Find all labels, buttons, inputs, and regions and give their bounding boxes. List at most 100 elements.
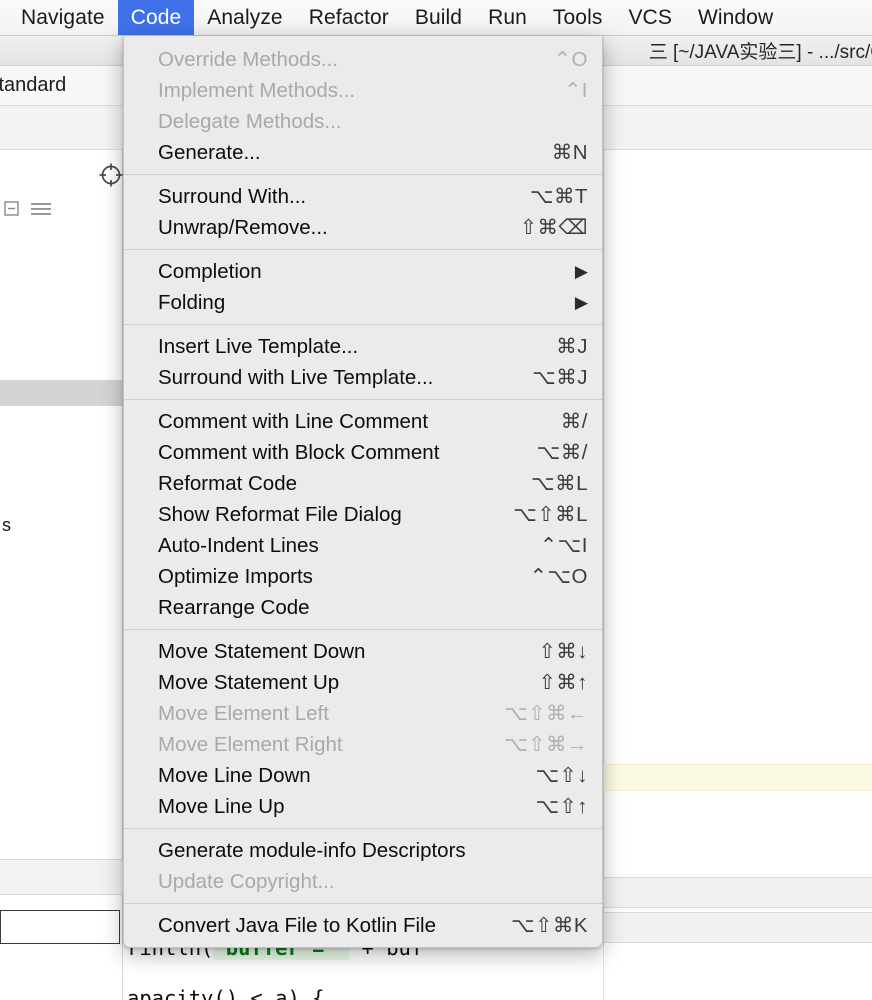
menu-item-move-line-up[interactable]: Move Line Up ⌥⇧↑ [124, 791, 602, 822]
project-stray-text: s [2, 515, 11, 535]
menu-item-comment-with-line-comment[interactable]: Comment with Line Comment ⌘/ [124, 406, 602, 437]
menu-item-reformat-code[interactable]: Reformat Code ⌥⌘L [124, 468, 602, 499]
menu-bar[interactable]: Navigate Code Analyze Refactor Build Run Tools… [0, 0, 872, 36]
menu-item-shortcut: ⌥⌘L [530, 472, 588, 495]
menu-separator [124, 828, 602, 829]
project-footer-strip [0, 859, 123, 895]
menu-item-update-copyright: Update Copyright... [124, 866, 602, 897]
editor-right-margin-line [603, 150, 604, 1000]
menu-item-label: Generate... [158, 140, 261, 164]
menu-item-shortcut: ⇧⌘⌫ [519, 216, 588, 239]
list-lines-icon[interactable] [28, 198, 54, 225]
menubar-item-build[interactable]: Build [402, 0, 475, 35]
menu-item-label: Surround With... [158, 184, 307, 208]
menu-item-delegate-methods: Delegate Methods... [124, 106, 602, 137]
menu-item-generate[interactable]: Generate... ⌘N [124, 137, 602, 168]
menu-item-label: Move Statement Down [158, 639, 366, 663]
menu-item-shortcut: ⌥⇧⌘→ [504, 733, 588, 756]
menu-item-label: Override Methods... [158, 47, 339, 71]
menu-item-shortcut: ⌥⌘J [532, 366, 588, 389]
menu-item-label: Update Copyright... [158, 869, 335, 893]
menu-item-label: Move Element Left [158, 701, 329, 725]
menu-item-label: Move Element Right [158, 732, 343, 756]
menu-item-implement-methods: Implement Methods... ⌃I [124, 75, 602, 106]
menu-item-label: Optimize Imports [158, 564, 313, 588]
menu-item-move-line-down[interactable]: Move Line Down ⌥⇧↓ [124, 760, 602, 791]
menu-separator [124, 324, 602, 325]
menu-item-move-statement-down[interactable]: Move Statement Down ⇧⌘↓ [124, 636, 602, 667]
menu-item-shortcut: ⇧⌘↓ [538, 640, 588, 663]
menu-item-surround-with-live-template[interactable]: Surround with Live Template... ⌥⌘J [124, 362, 602, 393]
menu-item-optimize-imports[interactable]: Optimize Imports ⌃⌥O [124, 561, 602, 592]
menu-item-label: Move Line Down [158, 763, 311, 787]
menu-item-label: Reformat Code [158, 471, 298, 495]
collapse-all-icon[interactable] [2, 198, 24, 225]
menu-item-label: Unwrap/Remove... [158, 215, 328, 239]
menu-separator [124, 903, 602, 904]
menu-item-label: Surround with Live Template... [158, 365, 434, 389]
menu-item-shortcut: ⌥⌘/ [536, 441, 588, 464]
menu-item-label: Insert Live Template... [158, 334, 359, 358]
submenu-arrow-icon: ▶ [574, 262, 588, 281]
menu-item-label: Folding [158, 290, 226, 314]
menu-item-shortcut: ⌃I [564, 79, 588, 102]
menu-item-shortcut: ⌥⇧↓ [535, 764, 588, 787]
menu-item-label: Delegate Methods... [158, 109, 342, 133]
menu-item-generate-module-info-descriptors[interactable]: Generate module-info Descriptors [124, 835, 602, 866]
menubar-item-run[interactable]: Run [475, 0, 540, 35]
menu-item-label: Auto-Indent Lines [158, 533, 319, 557]
window-title: 三 [~/JAVA实验三] - .../src/C [648, 42, 872, 63]
menu-item-unwrap-remove[interactable]: Unwrap/Remove... ⇧⌘⌫ [124, 212, 602, 243]
menu-item-auto-indent-lines[interactable]: Auto-Indent Lines ⌃⌥I [124, 530, 602, 561]
menubar-item-refactor[interactable]: Refactor [296, 0, 402, 35]
menu-separator [124, 629, 602, 630]
menu-item-label: Show Reformat File Dialog [158, 502, 402, 526]
menubar-item-analyze[interactable]: Analyze [194, 0, 295, 35]
menu-item-folding[interactable]: Folding ▶ [124, 287, 602, 318]
code-dropdown-menu[interactable]: Override Methods... ⌃O Implement Methods..… [123, 36, 603, 948]
menu-item-shortcut: ⌥⇧⌘← [504, 702, 588, 725]
menu-item-shortcut: ⌥⇧⌘K [511, 914, 588, 937]
menu-item-label: Comment with Line Comment [158, 409, 429, 433]
menu-item-shortcut: ⌃⌥O [529, 565, 588, 588]
menu-item-shortcut: ⌥⌘T [529, 185, 588, 208]
menu-item-label: Move Statement Up [158, 670, 340, 694]
submenu-arrow-icon: ▶ [574, 293, 588, 312]
menubar-item-code[interactable]: Code [117, 0, 195, 35]
menu-item-shortcut: ⌘J [556, 335, 588, 358]
menu-item-label: Convert Java File to Kotlin File [158, 913, 437, 937]
menu-item-shortcut: ⌃O [553, 48, 588, 71]
menu-item-surround-with[interactable]: Surround With... ⌥⌘T [124, 181, 602, 212]
menu-item-shortcut: ⌘N [551, 141, 588, 164]
menu-item-convert-java-file-to-kotlin-file[interactable]: Convert Java File to Kotlin File ⌥⇧⌘K [124, 910, 602, 941]
menu-item-show-reformat-file-dialog[interactable]: Show Reformat File Dialog ⌥⇧⌘L [124, 499, 602, 530]
project-toolbar-icons[interactable] [0, 198, 54, 225]
menu-item-label: Implement Methods... [158, 78, 356, 102]
menu-item-shortcut: ⌥⇧⌘L [513, 503, 588, 526]
menubar-item-window[interactable]: Window [685, 0, 786, 35]
locate-crosshair-icon[interactable] [98, 162, 124, 188]
menu-item-shortcut: ⇧⌘↑ [538, 671, 588, 694]
project-tool-window[interactable]: s [0, 150, 123, 1000]
menubar-item-vcs[interactable]: VCS [615, 0, 684, 35]
menubar-item-navigate[interactable]: Navigate [8, 0, 118, 35]
menu-item-move-element-right: Move Element Right ⌥⇧⌘→ [124, 729, 602, 760]
menu-item-label: Completion [158, 259, 262, 283]
project-input-box[interactable] [0, 910, 120, 944]
menu-item-rearrange-code[interactable]: Rearrange Code [124, 592, 602, 623]
breadcrumb: eStandard [0, 74, 67, 96]
menu-item-move-statement-up[interactable]: Move Statement Up ⇧⌘↑ [124, 667, 602, 698]
menu-item-override-methods: Override Methods... ⌃O [124, 44, 602, 75]
project-selected-row[interactable] [0, 380, 123, 406]
menu-item-label: Move Line Up [158, 794, 285, 818]
menu-item-completion[interactable]: Completion ▶ [124, 256, 602, 287]
menu-item-label: Comment with Block Comment [158, 440, 440, 464]
menubar-item-tools[interactable]: Tools [540, 0, 616, 35]
menu-item-label: Generate module-info Descriptors [158, 838, 466, 862]
menu-item-move-element-left: Move Element Left ⌥⇧⌘← [124, 698, 602, 729]
menu-separator [124, 399, 602, 400]
menu-item-insert-live-template[interactable]: Insert Live Template... ⌘J [124, 331, 602, 362]
menu-item-comment-with-block-comment[interactable]: Comment with Block Comment ⌥⌘/ [124, 437, 602, 468]
menu-item-shortcut: ⌘/ [560, 410, 588, 433]
menu-item-shortcut: ⌥⇧↑ [535, 795, 588, 818]
